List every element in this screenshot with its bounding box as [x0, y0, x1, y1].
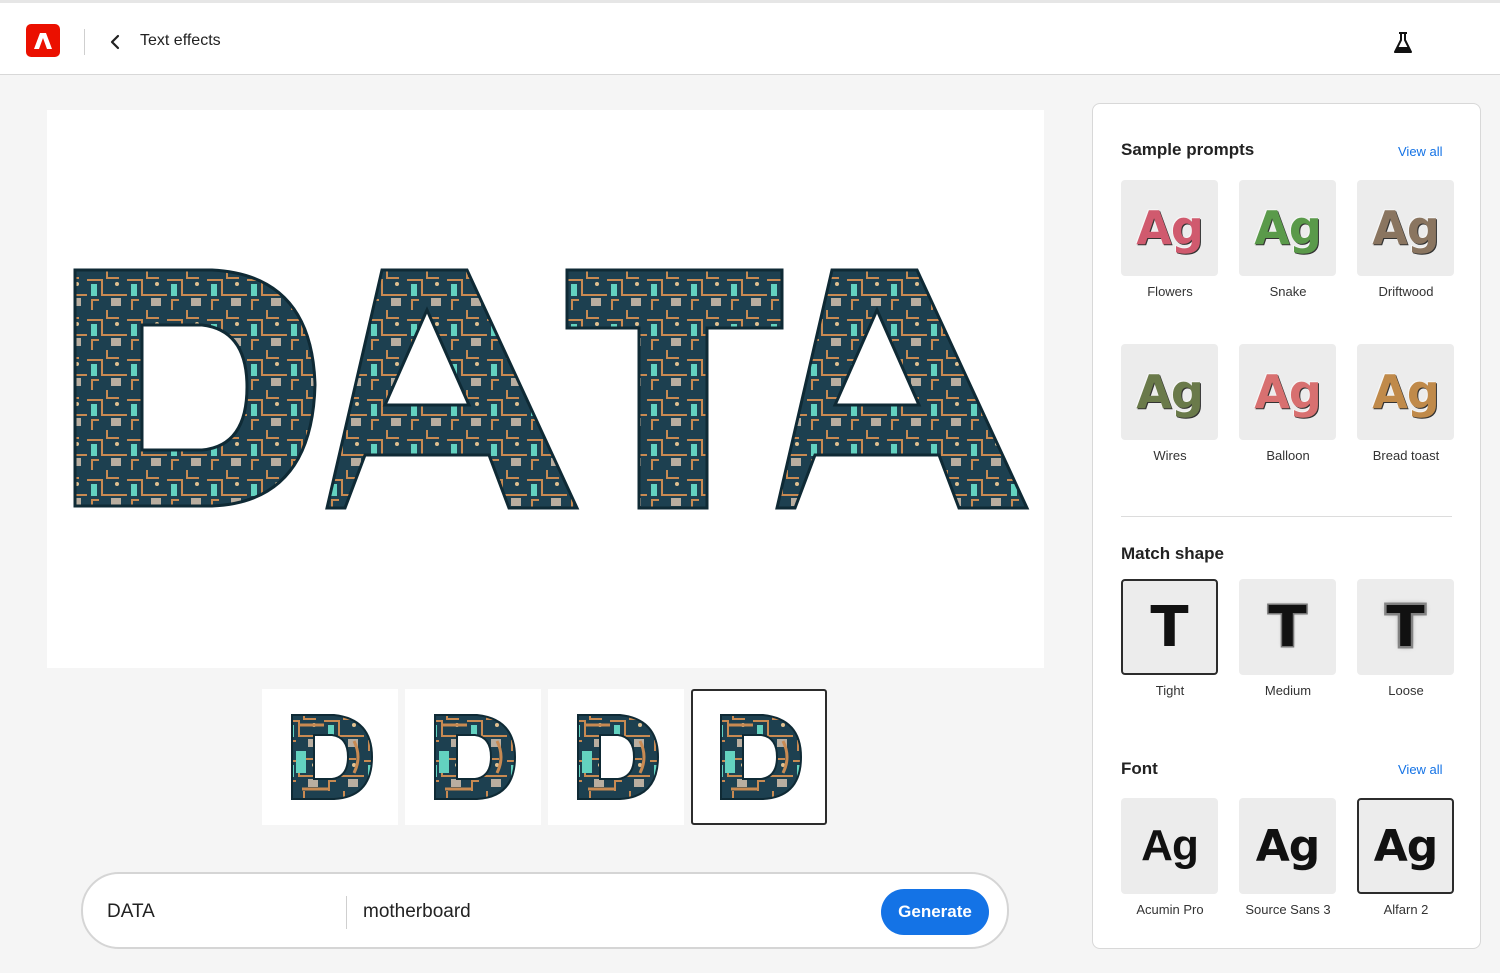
prompt-tile-label: Driftwood — [1378, 284, 1434, 299]
text-effect-canvas — [47, 110, 1044, 668]
prompt-tile-label: Flowers — [1147, 284, 1193, 299]
prompt-tile-snake[interactable]: Ag — [1239, 180, 1336, 276]
prompt-sample-preview: Ag — [1136, 201, 1204, 255]
shape-tile-label: Medium — [1264, 683, 1312, 698]
options-panel: Sample prompts View all Ag Flowers Ag Snake… — [1092, 103, 1481, 949]
variation-thumbnail[interactable] — [548, 689, 684, 825]
font-title: Font — [1121, 759, 1158, 778]
match-shape-title: Match shape — [1121, 544, 1224, 563]
font-sample-preview: Ag — [1373, 820, 1439, 872]
font-view-all-link[interactable]: View all — [1398, 762, 1443, 777]
prompt-tile-label: Wires — [1153, 448, 1187, 463]
flask-icon[interactable] — [1390, 30, 1416, 56]
prompt-bar-divider — [346, 896, 347, 929]
shape-tile-loose[interactable]: T — [1357, 579, 1454, 675]
shape-tile-label: Loose — [1388, 683, 1424, 698]
font-tile-label: Acumin Pro — [1136, 902, 1204, 917]
back-button[interactable] — [104, 29, 126, 55]
adobe-express-logo[interactable] — [26, 24, 60, 57]
shape-sample-preview: T — [1267, 593, 1308, 661]
prompt-tile-driftwood[interactable]: Ag — [1357, 180, 1454, 276]
prompt-sample-preview: Ag — [1372, 365, 1440, 419]
prompt-input[interactable] — [363, 898, 863, 926]
header-divider — [84, 29, 85, 55]
font-tile-label: Source Sans 3 — [1245, 902, 1331, 917]
prompt-tile-label: Bread toast — [1372, 448, 1440, 463]
font-sample-preview: Ag — [1255, 820, 1321, 872]
variation-thumbnail[interactable] — [691, 689, 827, 825]
font-tile-label: Alfarn 2 — [1383, 902, 1429, 917]
font-tile-alfarn-2[interactable]: Ag — [1357, 798, 1454, 894]
chevron-left-icon — [110, 34, 120, 50]
font-tile-source-sans-3[interactable]: Ag — [1239, 798, 1336, 894]
prompt-tile-flowers[interactable]: Ag — [1121, 180, 1218, 276]
sample-prompts-view-all-link[interactable]: View all — [1398, 144, 1443, 159]
letter-a-1 — [325, 268, 580, 510]
sample-prompts-title: Sample prompts — [1121, 140, 1255, 159]
panel-divider — [1121, 516, 1452, 517]
variation-letter-image — [577, 714, 660, 800]
variation-letter-image — [291, 714, 374, 800]
prompt-tile-label: Balloon — [1266, 448, 1310, 463]
variation-letter-image — [720, 714, 803, 800]
shape-tile-label: Tight — [1155, 683, 1185, 698]
variation-thumbnails — [262, 689, 827, 825]
prompt-tile-wires[interactable]: Ag — [1121, 344, 1218, 440]
text-input[interactable] — [107, 898, 337, 926]
prompt-sample-preview: Ag — [1136, 365, 1204, 419]
font-sample-preview: Ag — [1141, 821, 1199, 870]
letter-d — [73, 268, 317, 508]
shape-sample-preview: T — [1150, 594, 1189, 660]
letter-a-2 — [775, 268, 1030, 510]
letter-t — [565, 268, 784, 510]
variation-thumbnail[interactable] — [262, 689, 398, 825]
font-tile-acumin-pro[interactable]: Ag — [1121, 798, 1218, 894]
variation-thumbnail[interactable] — [405, 689, 541, 825]
generate-button[interactable]: Generate — [881, 889, 989, 935]
prompt-sample-preview: Ag — [1254, 365, 1322, 419]
prompt-bar: Generate — [81, 872, 1009, 949]
prompt-sample-preview: Ag — [1254, 201, 1322, 255]
prompt-sample-preview: Ag — [1372, 201, 1440, 255]
page-title: Text effects — [140, 32, 221, 49]
prompt-tile-label: Snake — [1269, 284, 1307, 299]
prompt-tile-balloon[interactable]: Ag — [1239, 344, 1336, 440]
generated-text-image — [73, 268, 1030, 510]
prompt-tile-bread-toast[interactable]: Ag — [1357, 344, 1454, 440]
shape-sample-preview: T — [1384, 592, 1427, 662]
variation-letter-image — [434, 714, 517, 800]
shape-tile-medium[interactable]: T — [1239, 579, 1336, 675]
top-bar: Text effects — [0, 0, 1500, 75]
shape-tile-tight[interactable]: T — [1121, 579, 1218, 675]
